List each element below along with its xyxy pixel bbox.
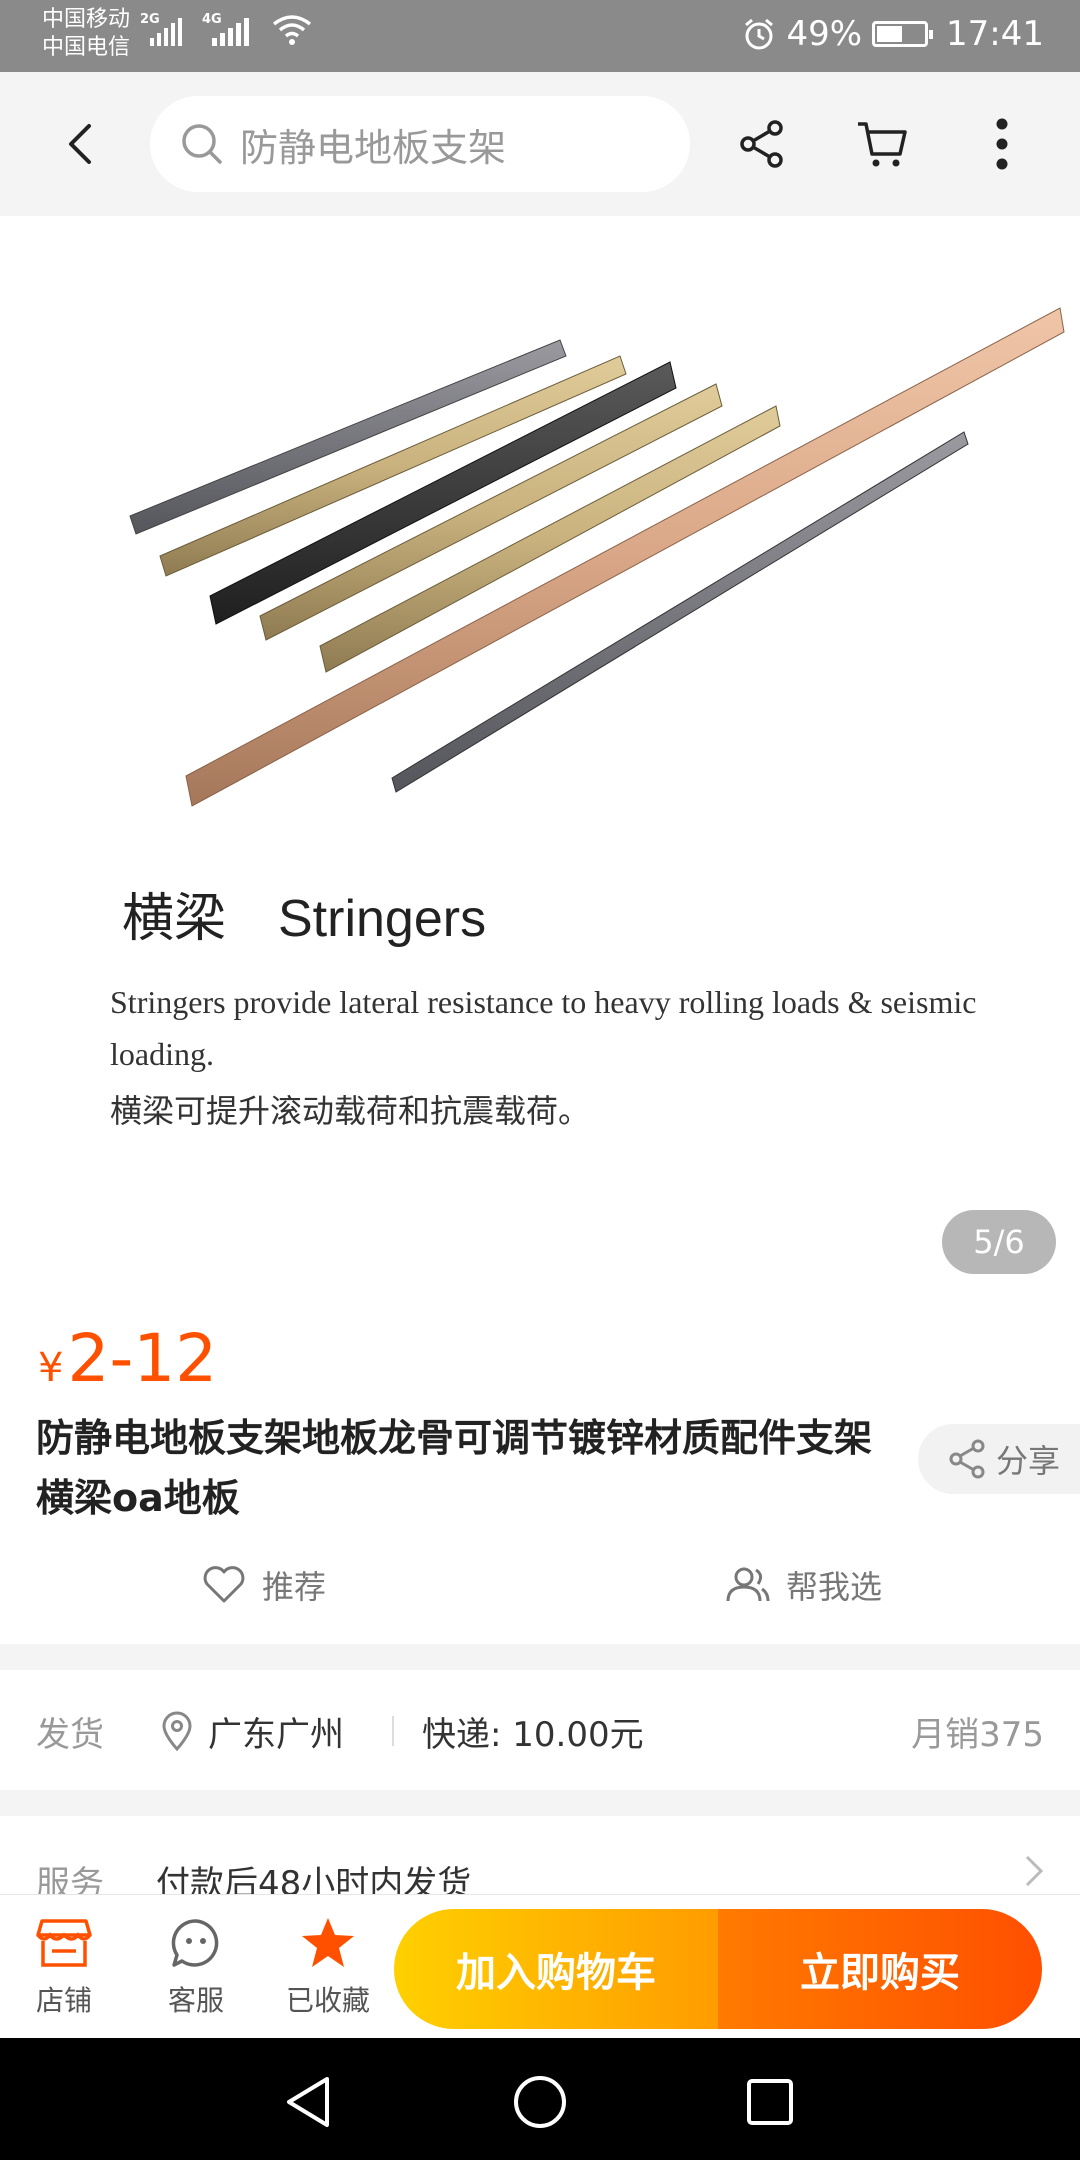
location-pin-icon (162, 1711, 192, 1751)
monthly-sales: 月销375 (911, 1714, 1044, 1755)
image-caption-chinese: 横梁可提升滚动载荷和抗震载荷。 (110, 1092, 591, 1130)
carrier-info: 中国移动 中国电信 (42, 6, 130, 62)
help-choose-label: 帮我选 (786, 1568, 883, 1606)
carrier-2: 中国电信 (42, 35, 131, 60)
bottom-action-bar: 店铺 客服 已收藏 加入购物车 立即购买 (0, 1894, 1080, 2038)
shipping-location: 广东广州 (160, 1707, 344, 1756)
more-button[interactable] (972, 114, 1032, 174)
system-home-button[interactable] (510, 2072, 570, 2132)
buy-now-button[interactable]: 立即购买 (718, 1909, 1042, 2029)
people-icon (726, 1567, 770, 1602)
wifi-icon (272, 15, 312, 45)
back-button[interactable] (50, 114, 110, 174)
share-label: 分享 (996, 1442, 1061, 1480)
image-counter: 5/6 (942, 1210, 1056, 1274)
signal-icon: 2G (140, 12, 182, 46)
favorite-button[interactable]: 已收藏 (278, 1913, 378, 2019)
system-back-button[interactable] (278, 2072, 338, 2132)
price-range: 2-12 (67, 1320, 218, 1397)
shipping-label: 发货 (36, 1714, 104, 1755)
shipping-row: 发货 广东广州 快递: 10.00元 月销375 (0, 1672, 1080, 1790)
share-icon (949, 1439, 985, 1479)
signal-icon: 4G (202, 12, 252, 46)
shipping-fee: 快递: 10.00元 (422, 1714, 644, 1755)
back-icon (69, 124, 91, 164)
search-icon (182, 124, 222, 164)
star-icon (302, 1918, 354, 1967)
nav-bar: 防静电地板支架 (0, 72, 1080, 216)
recommend-label: 推荐 (262, 1568, 327, 1606)
triangle-back-icon (287, 2077, 329, 2127)
network-icons: 2G 4G (140, 12, 312, 46)
battery-percent: 49% (786, 14, 863, 54)
stringers-product-image (129, 307, 1065, 807)
heart-icon (203, 1566, 245, 1603)
status-right: 49% 17:41 (742, 14, 1044, 54)
system-recents-button[interactable] (740, 2072, 800, 2132)
square-recents-icon (747, 2079, 793, 2125)
customer-service-label: 客服 (167, 1984, 224, 2017)
more-icon (996, 118, 1008, 170)
currency-symbol: ¥ (38, 1345, 64, 1391)
separator (392, 1716, 394, 1746)
store-icon (36, 1919, 92, 1967)
recommend-button[interactable]: 推荐 (202, 1550, 326, 1620)
clock: 17:41 (946, 14, 1044, 54)
chat-face-icon (171, 1919, 219, 1967)
product-image-gallery[interactable]: 横梁 Stringers Stringers provide lateral r… (0, 216, 1080, 1306)
share-icon (740, 120, 783, 168)
image-caption-english: Stringers provide lateral resistance to … (110, 984, 977, 1072)
circle-home-icon (514, 2076, 566, 2128)
product-price: ¥ 2-12 (38, 1320, 217, 1397)
add-to-cart-button[interactable]: 加入购物车 (394, 1909, 718, 2029)
chevron-right-icon (1025, 1855, 1044, 1887)
alarm-icon (745, 18, 774, 50)
favorite-label: 已收藏 (285, 1984, 370, 2017)
system-nav-bar (0, 2038, 1080, 2160)
share-button[interactable]: 分享 (918, 1424, 1080, 1494)
battery-icon (872, 21, 934, 47)
cart-button[interactable] (852, 114, 912, 174)
section-divider (0, 1644, 1080, 1670)
status-bar: 中国移动 中国电信 2G 4G 49% 17:41 (0, 0, 1080, 72)
store-label: 店铺 (35, 1984, 92, 2017)
service-value: 付款后48小时内发货 (156, 1864, 472, 1894)
store-button[interactable]: 店铺 (14, 1913, 114, 2019)
search-input[interactable]: 防静电地板支架 (150, 96, 690, 192)
product-title: 防静电地板支架地板龙骨可调节镀锌材质配件支架横梁oa地板 (36, 1416, 873, 1520)
service-row[interactable]: 服务 付款后48小时内发货 (0, 1818, 1080, 1894)
section-divider (0, 1790, 1080, 1816)
shipping-location-text: 广东广州 (208, 1714, 344, 1755)
carrier-1: 中国移动 (42, 7, 131, 32)
service-label: 服务 (36, 1864, 104, 1894)
customer-service-button[interactable]: 客服 (146, 1913, 246, 2019)
share-button[interactable] (732, 114, 792, 174)
help-choose-button[interactable]: 帮我选 (724, 1550, 882, 1620)
image-caption-title: 横梁 Stringers (122, 890, 487, 948)
search-placeholder: 防静电地板支架 (240, 125, 507, 170)
cart-icon (858, 122, 907, 167)
